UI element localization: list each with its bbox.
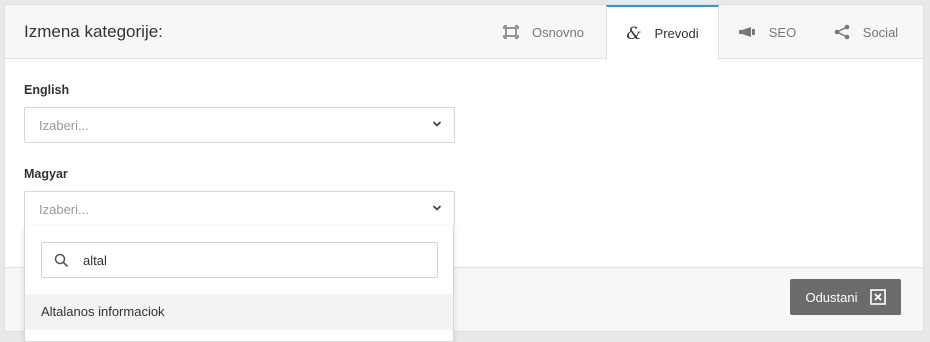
frame-icon bbox=[503, 25, 519, 39]
tab-osnovno[interactable]: Osnovno bbox=[481, 5, 606, 59]
english-label: English bbox=[24, 83, 70, 97]
ampersand-icon: & bbox=[626, 23, 642, 44]
search-icon bbox=[54, 253, 69, 268]
dropdown-option[interactable]: Altalanos informaciok bbox=[25, 294, 453, 330]
tab-seo[interactable]: SEO bbox=[719, 5, 815, 59]
tab-social[interactable]: Social bbox=[815, 5, 923, 59]
magyar-dropdown: Altalanos informaciok bbox=[24, 226, 454, 342]
panel-header: Izmena kategorije: Osnovno & Prevodi SEO bbox=[5, 5, 923, 60]
tab-label: Osnovno bbox=[531, 24, 585, 40]
chevron-down-icon bbox=[432, 120, 442, 128]
tab-label: Social bbox=[862, 24, 899, 40]
tab-label: Prevodi bbox=[654, 26, 699, 41]
megaphone-icon bbox=[738, 26, 756, 38]
share-icon bbox=[834, 24, 850, 40]
cancel-label: Odustani bbox=[805, 289, 858, 305]
english-select[interactable]: Izaberi... bbox=[24, 107, 455, 143]
tab-label: SEO bbox=[768, 24, 797, 40]
tab-prevodi[interactable]: & Prevodi bbox=[606, 5, 719, 60]
chevron-down-icon bbox=[432, 204, 442, 212]
close-box-icon bbox=[869, 289, 886, 305]
cancel-button[interactable]: Odustani bbox=[790, 279, 901, 315]
page-title: Izmena kategorije: bbox=[24, 22, 163, 41]
select-placeholder: Izaberi... bbox=[39, 202, 89, 217]
magyar-label: Magyar bbox=[24, 167, 68, 181]
select-placeholder: Izaberi... bbox=[39, 118, 89, 133]
tab-bar: Osnovno & Prevodi SEO Social bbox=[481, 5, 923, 60]
magyar-select[interactable]: Izaberi... bbox=[24, 191, 455, 227]
search-input[interactable] bbox=[83, 251, 423, 269]
dropdown-search[interactable] bbox=[41, 242, 438, 278]
